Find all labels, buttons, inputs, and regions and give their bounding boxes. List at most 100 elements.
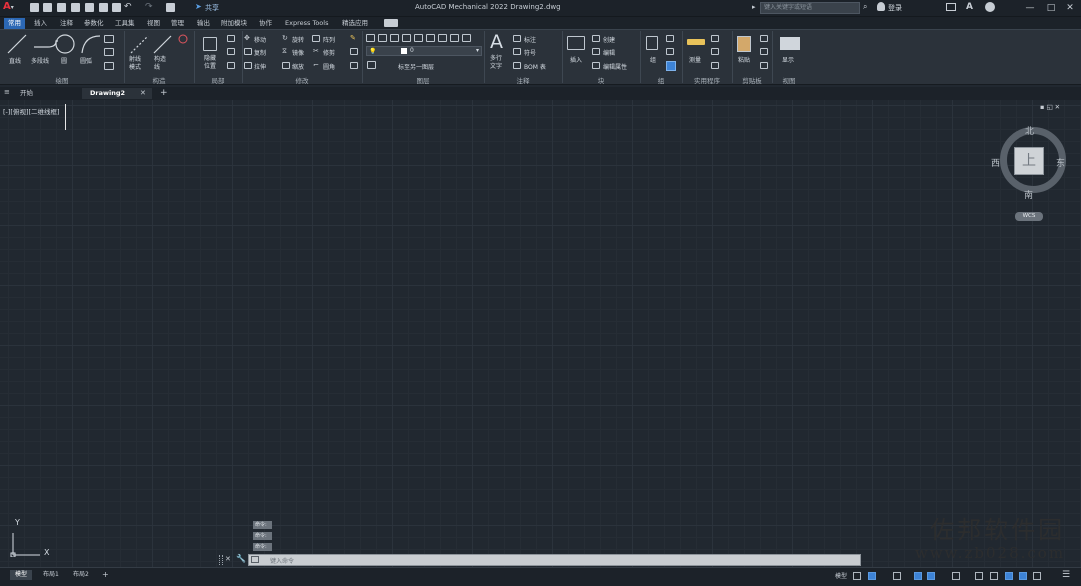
move-button[interactable]: 移动 [254, 35, 266, 44]
ray-mode-button[interactable]: 射线 模式 [129, 56, 141, 72]
layout-tab-model[interactable]: 模型 [10, 570, 33, 580]
viewcube-west[interactable]: 西 [991, 156, 1000, 169]
tab-view[interactable]: 视图 [143, 18, 164, 29]
layout-tab-layout1[interactable]: 布局1 [38, 570, 64, 580]
groups-panel-title[interactable]: 组 [640, 75, 682, 85]
edit-block-button[interactable]: 编辑 [603, 48, 615, 57]
copy-clip-icon[interactable] [760, 48, 768, 55]
share-button[interactable]: 共享 [205, 3, 219, 13]
new-file-icon[interactable] [30, 3, 39, 12]
block-panel-title[interactable]: 块 [562, 75, 640, 85]
search-expand-icon[interactable]: ▸ [752, 3, 756, 11]
group-button[interactable]: 组 [650, 55, 656, 64]
calculator-icon[interactable] [711, 62, 719, 69]
print-icon[interactable] [112, 3, 121, 12]
user-icon[interactable] [877, 2, 885, 11]
clipboard-tool-icon[interactable] [760, 62, 768, 69]
fillet-button[interactable]: 圆角 [323, 62, 335, 71]
save-as-icon[interactable] [71, 3, 80, 12]
tab-featured-apps[interactable]: 精选应用 [338, 18, 372, 29]
publish-icon[interactable] [85, 3, 94, 12]
clean-screen-icon[interactable] [1033, 572, 1041, 580]
detail-tool-icon[interactable] [227, 48, 235, 55]
layer-tool-icon[interactable] [450, 34, 459, 42]
rotate-button[interactable]: 旋转 [292, 35, 304, 44]
detail-tool-icon[interactable] [227, 62, 235, 69]
viewport-window-controls[interactable]: ▪ ◱ ✕ [1040, 103, 1060, 111]
bom-button[interactable]: BOM 表 [524, 62, 546, 71]
maximize-button[interactable]: □ [1043, 1, 1059, 15]
insert-button[interactable]: 插入 [570, 55, 582, 64]
copy-button[interactable]: 复制 [254, 48, 266, 57]
construct-line-button[interactable]: 构造 线 [154, 56, 166, 72]
search-input[interactable]: 键入关键字或短语 [760, 2, 860, 14]
tab-addins[interactable]: 附加模块 [217, 18, 251, 29]
model-space-button[interactable]: 模型 [835, 571, 847, 580]
layers-panel-title[interactable]: 图层 [362, 75, 484, 85]
hardware-acceleration-icon[interactable] [1019, 572, 1027, 580]
tab-start[interactable]: 开始 [12, 88, 41, 99]
detail-panel-title[interactable]: 局部 [194, 75, 242, 85]
workspace-icon[interactable] [166, 3, 175, 12]
utility-tool-icon[interactable] [711, 35, 719, 42]
add-layout-button[interactable]: + [97, 570, 114, 580]
circle-button[interactable]: 圆 [61, 56, 67, 65]
layer-tool-icon[interactable] [378, 34, 387, 42]
layer-tool-icon[interactable] [438, 34, 447, 42]
trim-button[interactable]: 修剪 [323, 48, 335, 57]
viewport-controls-label[interactable]: [-][俯视][二维线框] [3, 106, 60, 116]
viewcube-south[interactable]: 南 [1024, 188, 1033, 201]
tab-toolsets[interactable]: 工具集 [111, 18, 139, 29]
undo-icon[interactable]: ↶ [124, 2, 132, 12]
command-close-icon[interactable]: ✕ [225, 555, 231, 563]
close-button[interactable]: ✕ [1062, 1, 1078, 15]
tab-manage[interactable]: 管理 [167, 18, 188, 29]
modify-extra-icon[interactable] [350, 48, 358, 55]
app-logo[interactable]: A▾ [3, 1, 21, 15]
annotation-panel-title[interactable]: 注释 [484, 75, 562, 85]
group-tool-icon[interactable] [666, 48, 674, 55]
command-prompt-icon[interactable] [251, 556, 259, 563]
dimension-button[interactable]: 标注 [524, 35, 536, 44]
login-button[interactable]: 登录 [888, 3, 902, 13]
region-tool-icon[interactable] [104, 62, 114, 70]
symbol-button[interactable]: 符号 [524, 48, 536, 57]
modify-panel-title[interactable]: 修改 [242, 75, 362, 85]
cart-icon[interactable] [946, 3, 956, 11]
customize-wrench-icon[interactable]: 🔧 [236, 554, 246, 563]
layer-tool-icon[interactable] [402, 34, 411, 42]
workspace-switch-icon[interactable] [990, 572, 998, 580]
rectangle-tool-icon[interactable] [104, 35, 114, 43]
viewcube-north[interactable]: 北 [1025, 124, 1034, 137]
layout-tab-layout2[interactable]: 布局2 [68, 570, 94, 580]
tab-express-tools[interactable]: Express Tools [281, 18, 332, 29]
arc-button[interactable]: 圆弧 [80, 56, 92, 65]
close-tab-icon[interactable]: ✕ [140, 89, 146, 97]
edit-icon[interactable]: ✎ [350, 34, 356, 42]
tab-home[interactable]: 常用 [4, 18, 25, 29]
measure-button[interactable]: 测量 [689, 55, 701, 64]
layer-tool-icon[interactable] [462, 34, 471, 42]
line-button[interactable]: 直线 [9, 56, 21, 65]
help-icon[interactable] [985, 2, 995, 12]
clipboard-panel-title[interactable]: 剪贴板 [732, 75, 772, 85]
grid-icon[interactable] [853, 572, 861, 580]
new-tab-button[interactable]: + [160, 88, 168, 98]
viewcube-top-face[interactable]: 上 [1014, 147, 1044, 175]
ribbon-toggle-icon[interactable] [384, 19, 398, 27]
construct-panel-title[interactable]: 构造 [124, 75, 194, 85]
autodesk-icon[interactable]: A [966, 2, 973, 12]
group-select-icon[interactable] [666, 61, 676, 71]
group-tool-icon[interactable] [666, 35, 674, 42]
layer-tool-icon[interactable] [390, 34, 399, 42]
detail-tool-icon[interactable] [227, 35, 235, 42]
draw-panel-title[interactable]: 绘图 [0, 75, 124, 85]
stretch-button[interactable]: 拉伸 [254, 62, 266, 71]
minimize-button[interactable]: — [1022, 1, 1038, 15]
status-menu-icon[interactable]: ☰ [1062, 570, 1070, 580]
scale-button[interactable]: 缩放 [292, 62, 304, 71]
layer-tool-icon[interactable] [414, 34, 423, 42]
create-block-button[interactable]: 创建 [603, 35, 615, 44]
layer-tool-icon[interactable] [426, 34, 435, 42]
tab-parametric[interactable]: 参数化 [80, 18, 108, 29]
